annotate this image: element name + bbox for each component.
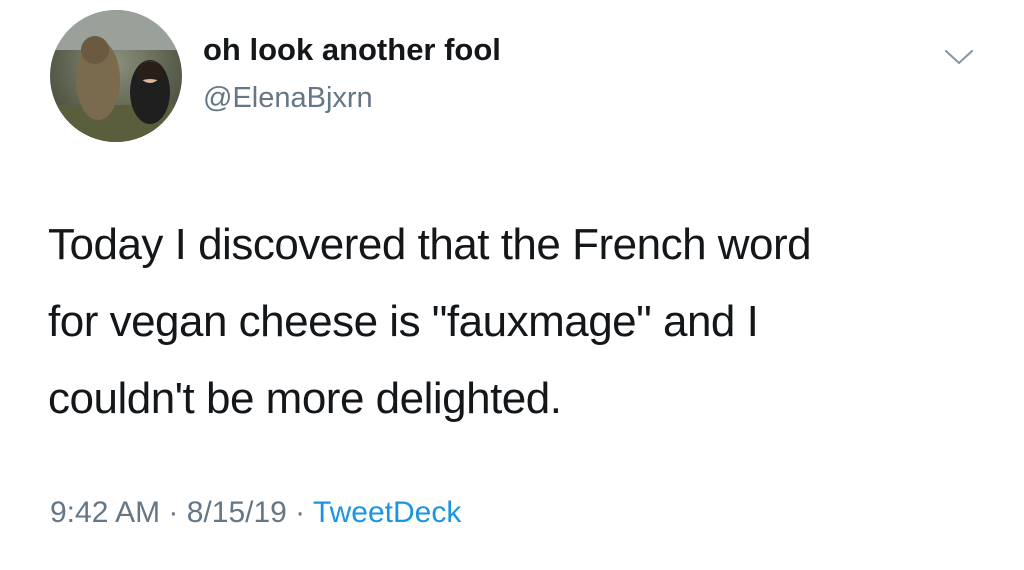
chevron-down-icon[interactable] <box>942 45 976 69</box>
tweet-metadata: 9:42 AM · 8/15/19 · TweetDeck <box>50 496 461 530</box>
tweet-date[interactable]: 8/15/19 <box>187 496 287 529</box>
avatar[interactable] <box>50 10 182 142</box>
meta-separator: · <box>286 496 313 529</box>
display-name[interactable]: oh look another fool <box>203 32 501 68</box>
avatar-photo-icon <box>50 10 182 142</box>
tweet-text: Today I discovered that the French word … <box>48 220 812 423</box>
meta-separator: · <box>160 496 187 529</box>
tweet-time[interactable]: 9:42 AM <box>50 496 160 529</box>
tweet-source-link[interactable]: TweetDeck <box>313 496 461 529</box>
user-handle[interactable]: @ElenaBjxrn <box>203 82 373 115</box>
tweet-card: oh look another fool @ElenaBjxrn Today I… <box>0 0 1024 570</box>
